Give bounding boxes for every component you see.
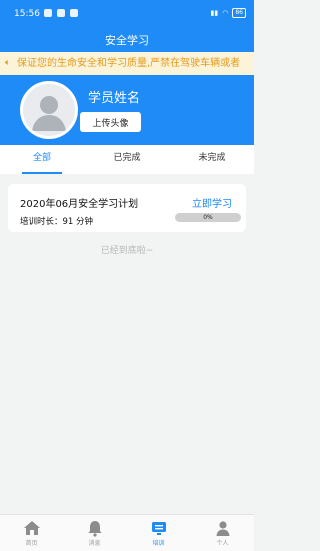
status-time: 15:56 [14, 9, 40, 19]
nav-messages[interactable]: 消息 [63, 515, 126, 551]
notification-icon [70, 9, 78, 17]
training-icon [152, 522, 166, 535]
tab-incomplete[interactable]: 未完成 [170, 145, 254, 174]
speaker-icon: 🔈︎ [5, 58, 11, 68]
progress-text: 0% [203, 214, 213, 221]
plan-duration: 培训时长：91 分钟 [20, 217, 94, 227]
nav-label: 培训 [152, 540, 165, 547]
person-icon [216, 521, 230, 536]
tab-label: 未完成 [198, 153, 226, 163]
bell-icon [88, 521, 102, 537]
status-right: ▮▮ ◠ 86 [211, 8, 246, 18]
battery-icon: 86 [232, 8, 246, 18]
nav-label: 消息 [88, 540, 101, 547]
nav-label: 首页 [25, 540, 38, 547]
tab-label: 全部 [32, 153, 51, 163]
list-end-text: 已经到底啦~ [100, 246, 154, 256]
nav-training[interactable]: 培训 [127, 515, 190, 551]
notification-icon [44, 9, 52, 17]
nav-label: 个人 [216, 540, 229, 547]
active-tab-indicator [22, 172, 62, 174]
tab-all[interactable]: 全部 [0, 145, 84, 174]
page-title: 安全学习 [0, 30, 254, 52]
signal-icon: ▮▮ [210, 9, 219, 17]
home-icon [24, 521, 40, 535]
wifi-icon: ◠ [222, 9, 229, 17]
plan-title: 2020年06月安全学习计划 [20, 199, 139, 210]
avatar[interactable] [20, 81, 78, 139]
tab-completed[interactable]: 已完成 [84, 145, 170, 174]
progress-bar: 0% [175, 213, 241, 222]
notice-bar: 🔈︎ 保证您的生命安全和学习质量,严禁在驾驶车辆或者 [0, 52, 254, 75]
bottom-nav: 首页 消息 培训 个人 [0, 514, 254, 551]
filter-tabs: 全部 已完成 未完成 [0, 145, 254, 174]
tab-label: 已完成 [113, 153, 141, 163]
plan-card[interactable]: 2020年06月安全学习计划 培训时长：91 分钟 立即学习 0% [8, 184, 246, 232]
profile-header: 学员姓名 上传头像 [0, 75, 254, 145]
upload-avatar-button[interactable]: 上传头像 [80, 112, 141, 132]
start-study-button[interactable]: 立即学习 [192, 195, 232, 210]
notification-icon [57, 9, 65, 17]
nav-profile[interactable]: 个人 [191, 515, 254, 551]
notice-text: 保证您的生命安全和学习质量,严禁在驾驶车辆或者 [17, 58, 241, 69]
status-bar: 15:56 ▮▮ ◠ 86 [0, 0, 254, 30]
nav-home[interactable]: 首页 [0, 515, 63, 551]
student-name: 学员姓名 [88, 91, 141, 106]
avatar-placeholder-icon [32, 96, 66, 131]
notification-icons [44, 9, 78, 17]
